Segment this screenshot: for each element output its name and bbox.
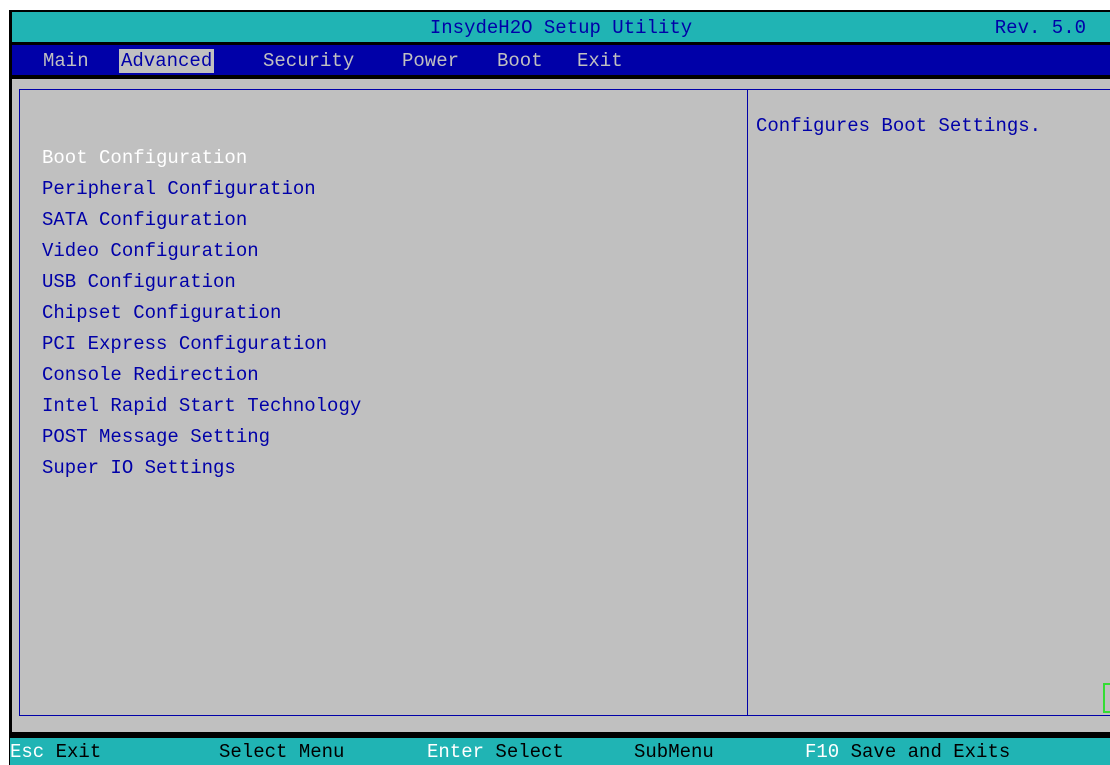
option-post-message-setting[interactable]: POST Message Setting (42, 422, 361, 453)
tab-security[interactable]: Security (263, 49, 354, 73)
hint-select-menu: Select Menu (219, 741, 344, 763)
app-title: InsydeH2O Setup Utility (429, 17, 693, 39)
option-video-configuration[interactable]: Video Configuration (42, 236, 361, 267)
option-boot-configuration[interactable]: Boot Configuration (42, 143, 361, 174)
help-panel: Configures Boot Settings. (748, 89, 1110, 716)
enter-desc: Select (495, 741, 564, 763)
hint-esc: Esc Exit (10, 741, 101, 763)
submenu-desc: SubMenu (634, 741, 714, 763)
option-intel-rapid-start[interactable]: Intel Rapid Start Technology (42, 391, 361, 422)
option-peripheral-configuration[interactable]: Peripheral Configuration (42, 174, 361, 205)
tab-power[interactable]: Power (402, 49, 459, 73)
hint-enter: Enter Select (427, 741, 564, 763)
esc-key-label: Esc (10, 741, 45, 763)
tab-advanced[interactable]: Advanced (119, 49, 215, 73)
option-pci-express-configuration[interactable]: PCI Express Configuration (42, 329, 361, 360)
option-usb-configuration[interactable]: USB Configuration (42, 267, 361, 298)
select-menu-desc: Select Menu (219, 741, 345, 763)
revision-label: Rev. 5.0 (994, 17, 1086, 39)
option-chipset-configuration[interactable]: Chipset Configuration (42, 298, 361, 329)
hint-f10: F10 Save and Exits (805, 741, 1010, 763)
option-super-io-settings[interactable]: Super IO Settings (42, 453, 361, 484)
tab-exit[interactable]: Exit (577, 49, 623, 73)
tab-main[interactable]: Main (43, 49, 89, 73)
tab-boot[interactable]: Boot (497, 49, 543, 73)
esc-desc: Exit (55, 741, 102, 763)
scroll-indicator-icon (1103, 683, 1110, 713)
f10-desc: Save and Exits (850, 741, 1011, 763)
menu-bar: Main Advanced Security Power Boot Exit (12, 45, 1110, 75)
option-sata-configuration[interactable]: SATA Configuration (42, 205, 361, 236)
option-console-redirection[interactable]: Console Redirection (42, 360, 361, 391)
title-bar: InsydeH2O Setup Utility Rev. 5.0 (12, 12, 1110, 42)
main-area: Boot Configuration Peripheral Configurat… (12, 79, 1110, 732)
options-list: Boot Configuration Peripheral Configurat… (42, 143, 361, 484)
f10-key-label: F10 (805, 741, 840, 763)
options-panel: Boot Configuration Peripheral Configurat… (19, 89, 748, 716)
hint-submenu: SubMenu (634, 741, 714, 763)
help-text: Configures Boot Settings. (756, 115, 1042, 137)
enter-key-label: Enter (427, 741, 485, 763)
footer-hints: Esc Exit Select Menu Enter Select SubMen… (10, 738, 1110, 765)
